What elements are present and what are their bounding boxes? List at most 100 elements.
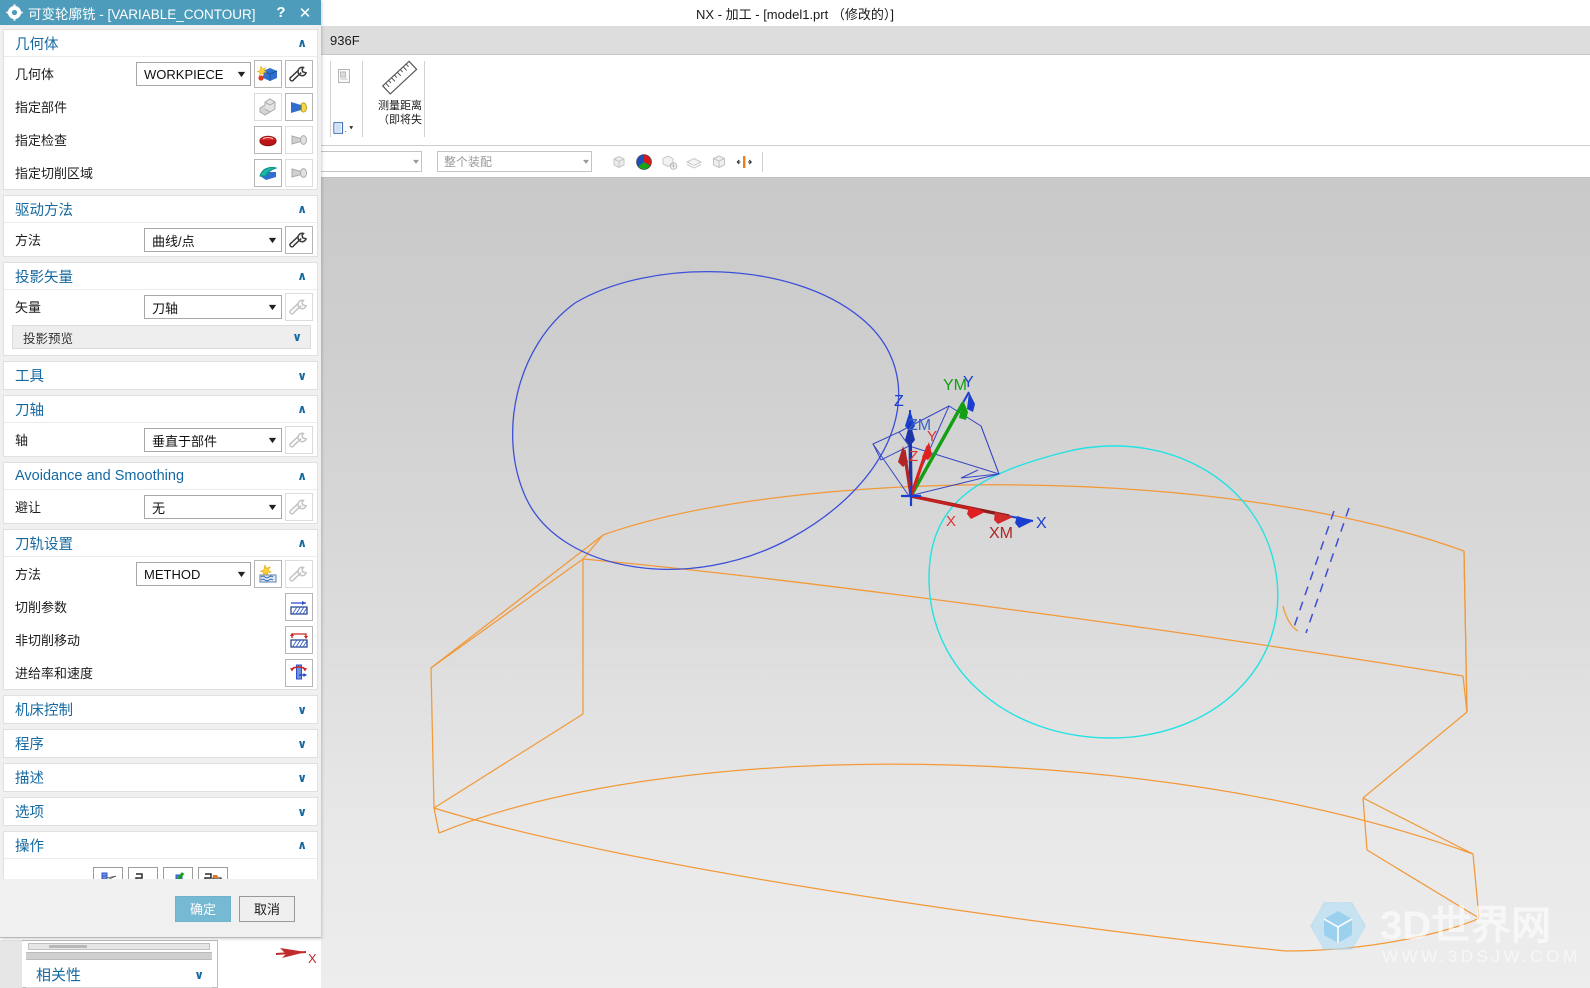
chevron-down-icon: ∨ bbox=[297, 804, 307, 819]
ribbon-overflow-dropdown[interactable]: . bbox=[331, 115, 357, 141]
part-geometry-icon[interactable] bbox=[254, 93, 282, 121]
section-title: 操作 bbox=[15, 838, 44, 855]
edit-wrench-icon[interactable] bbox=[285, 226, 313, 254]
graphics-viewport[interactable]: Z Y X ZM YM XM Z Y X 3D世界网 WWW.3DSJW.COM bbox=[321, 178, 1590, 988]
behind-panel-scrollbar[interactable] bbox=[28, 943, 210, 950]
section-header-drive-method[interactable]: 驱动方法 ∧ bbox=[4, 196, 317, 223]
ok-button[interactable]: 确定 bbox=[175, 895, 231, 922]
scrollbar-thumb[interactable] bbox=[49, 945, 87, 948]
chevron-down-icon: ∨ bbox=[194, 967, 204, 982]
trim-arc bbox=[1282, 605, 1299, 632]
chevron-up-icon: ∧ bbox=[297, 402, 307, 416]
method-combo[interactable]: METHOD ▼ bbox=[136, 562, 251, 586]
section-header-options[interactable]: 选项 ∨ bbox=[4, 798, 317, 825]
cutting-parameters-icon[interactable] bbox=[285, 593, 313, 621]
section-header-projection-vector[interactable]: 投影矢量 ∧ bbox=[4, 263, 317, 290]
select-cut-area-icon[interactable] bbox=[285, 159, 313, 187]
section-header-machine-control[interactable]: 机床控制 ∨ bbox=[4, 696, 317, 723]
render-style-icon[interactable] bbox=[606, 149, 631, 174]
check-geometry-icon[interactable] bbox=[254, 126, 282, 154]
drive-method-combo[interactable]: 曲线/点 ▼ bbox=[144, 228, 282, 252]
behind-resource-panel[interactable]: 相关性 ∨ bbox=[22, 940, 218, 988]
row-label: 矢量 bbox=[15, 300, 42, 315]
projection-preview-label: 投影预览 bbox=[23, 331, 74, 346]
section-machine-control: 机床控制 ∨ bbox=[3, 695, 318, 724]
section-header-path-settings[interactable]: 刀轨设置 ∧ bbox=[4, 530, 317, 557]
selection-scope-combo[interactable]: 整个装配 ▾ bbox=[437, 151, 592, 172]
section-header-avoidance-smoothing[interactable]: Avoidance and Smoothing ∧ bbox=[4, 463, 317, 490]
section-header-actions[interactable]: 操作 ∧ bbox=[4, 832, 317, 859]
row-label: 几何体 bbox=[15, 67, 55, 82]
close-button[interactable]: ✕ bbox=[293, 1, 317, 25]
avoidance-combo[interactable]: 无 ▼ bbox=[144, 495, 282, 519]
behind-section-associativity[interactable]: 相关性 ∨ bbox=[26, 962, 212, 988]
row-label: 方法 bbox=[15, 567, 42, 582]
section-projection-vector: 投影矢量 ∧ 矢量 刀轴 ▼ 投影预览 ∨ bbox=[3, 262, 318, 356]
chevron-up-icon: ∧ bbox=[297, 269, 307, 283]
chevron-down-icon: ∨ bbox=[297, 736, 307, 751]
ruler-icon bbox=[378, 57, 422, 99]
show-hide-icon[interactable] bbox=[656, 149, 681, 174]
feeds-speeds-icon[interactable] bbox=[285, 659, 313, 687]
row-non-cutting-moves: 非切削移动 bbox=[4, 623, 317, 656]
edit-wrench-icon-disabled bbox=[285, 426, 313, 454]
abs-x-label: X bbox=[1036, 515, 1047, 532]
section-geometry: 几何体 ∧ 几何体 WORKPIECE ▼ 指定部件 指定检查 指定切削区域 bbox=[3, 29, 318, 190]
tool-axis-combo[interactable]: 垂直于部件 ▼ bbox=[144, 428, 282, 452]
select-part-icon[interactable] bbox=[285, 93, 313, 121]
ribbon-divider-3 bbox=[424, 61, 425, 137]
tool-axis-value: 垂直于部件 bbox=[152, 433, 218, 449]
variable-contour-dialog[interactable]: 可变轮廓铣 - [VARIABLE_CONTOUR] ? ✕ 几何体 ∧ 几何体… bbox=[0, 0, 321, 938]
row-label: 切削参数 bbox=[15, 600, 68, 615]
section-header-description[interactable]: 描述 ∨ bbox=[4, 764, 317, 791]
chevron-up-icon: ∧ bbox=[297, 469, 307, 483]
edit-wrench-icon-disabled bbox=[285, 560, 313, 588]
section-header-geometry[interactable]: 几何体 ∧ bbox=[4, 30, 317, 57]
section-title: 刀轴 bbox=[15, 402, 44, 419]
help-button[interactable]: ? bbox=[269, 1, 293, 25]
page-icon[interactable] bbox=[331, 63, 357, 89]
section-program: 程序 ∨ bbox=[3, 729, 318, 758]
edit-wrench-icon-disabled bbox=[285, 493, 313, 521]
chevron-up-icon: ∧ bbox=[297, 536, 307, 550]
edit-wrench-icon[interactable] bbox=[285, 60, 313, 88]
row-drive-method: 方法 曲线/点 ▼ bbox=[4, 223, 317, 256]
wcs-y-label: YM bbox=[943, 377, 967, 394]
layer-icon[interactable] bbox=[681, 149, 706, 174]
section-tool-axis: 刀轴 ∧ 轴 垂直于部件 ▼ bbox=[3, 395, 318, 457]
row-cutting-parameters: 切削参数 bbox=[4, 590, 317, 623]
behind-panel-splitter[interactable] bbox=[26, 952, 212, 960]
watermark-title: 3D世界网 bbox=[1380, 904, 1551, 948]
watermark-url: WWW.3DSJW.COM bbox=[1382, 947, 1580, 966]
row-label: 指定部件 bbox=[15, 100, 68, 115]
new-geometry-icon[interactable] bbox=[254, 60, 282, 88]
color-wheel-icon[interactable] bbox=[631, 149, 656, 174]
section-title: 选项 bbox=[15, 805, 44, 821]
section-header-program[interactable]: 程序 ∨ bbox=[4, 730, 317, 757]
cancel-button[interactable]: 取消 bbox=[239, 895, 295, 922]
drive-curve-cyan bbox=[928, 445, 1279, 739]
projection-preview-bar[interactable]: 投影预览 ∨ bbox=[12, 325, 311, 349]
geometry-group-combo[interactable]: WORKPIECE ▼ bbox=[136, 62, 251, 86]
new-method-icon[interactable] bbox=[254, 560, 282, 588]
mcs-x-label: X bbox=[946, 513, 956, 530]
chevron-down-icon: ▾ bbox=[412, 157, 420, 166]
chevron-up-icon: ∧ bbox=[297, 36, 307, 50]
select-check-icon[interactable] bbox=[285, 126, 313, 154]
chevron-up-icon: ∧ bbox=[297, 838, 307, 852]
ribbon-divider-2 bbox=[362, 61, 363, 137]
section-header-tool[interactable]: 工具 ∨ bbox=[4, 362, 317, 389]
section-header-tool-axis[interactable]: 刀轴 ∧ bbox=[4, 396, 317, 423]
projection-vector-combo[interactable]: 刀轴 ▼ bbox=[144, 295, 282, 319]
clip-section-icon[interactable] bbox=[731, 149, 756, 174]
row-label: 非切削移动 bbox=[15, 633, 81, 648]
chevron-down-icon: ▼ bbox=[235, 569, 248, 579]
cut-area-icon[interactable] bbox=[254, 159, 282, 187]
behind-panel-strip bbox=[0, 940, 22, 988]
tool-path-dashed bbox=[1292, 507, 1350, 634]
dialog-title-bar[interactable]: 可变轮廓铣 - [VARIABLE_CONTOUR] ? ✕ bbox=[0, 0, 321, 25]
method-value: METHOD bbox=[144, 566, 201, 582]
non-cutting-moves-icon[interactable] bbox=[285, 626, 313, 654]
behind-section-label: 相关性 bbox=[36, 967, 82, 984]
box-wireframe-icon[interactable] bbox=[706, 149, 731, 174]
